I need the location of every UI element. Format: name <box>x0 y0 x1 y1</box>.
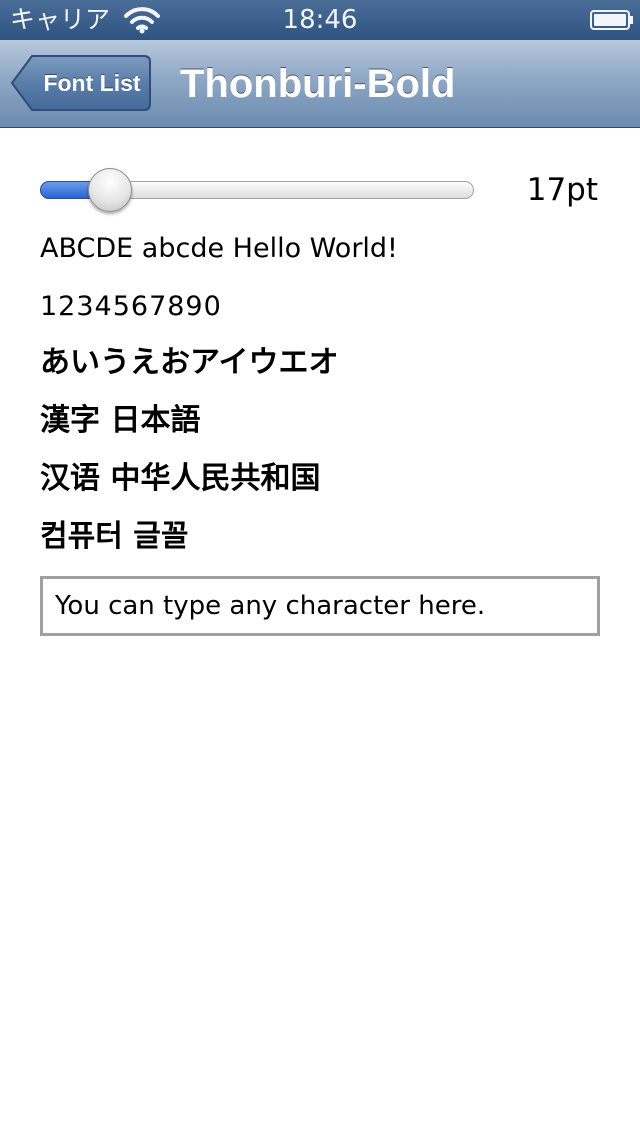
sample-latin-text: ABCDE abcde Hello World! <box>40 233 398 264</box>
slider-thumb[interactable] <box>88 168 132 212</box>
sample-hangul-text: 컴퓨터 글꼴 <box>40 519 189 554</box>
back-button-label: Font List <box>43 70 141 96</box>
navigation-bar: Font List Thonburi-Bold <box>0 40 640 128</box>
sample-text-field[interactable] <box>40 576 600 636</box>
sample-digits-text: 1234567890 <box>40 291 222 322</box>
font-size-slider[interactable] <box>40 168 474 212</box>
back-button[interactable]: Font List <box>10 54 152 112</box>
status-bar: キャリア 18:46 <box>0 0 640 40</box>
font-size-label: 17pt <box>526 172 598 208</box>
sample-kanji-text: 漢字 日本語 <box>40 403 201 438</box>
sample-hanzi-text: 汉语 中华人民共和国 <box>40 461 321 496</box>
sample-kana-text: あいうえおアイウエオ <box>40 345 339 380</box>
status-clock: 18:46 <box>282 5 358 35</box>
battery-icon <box>590 10 633 30</box>
page-title: Thonburi-Bold <box>180 62 456 106</box>
app-screen: キャリア 18:46 Font List Thonburi-Bold 17pt … <box>0 0 640 1136</box>
